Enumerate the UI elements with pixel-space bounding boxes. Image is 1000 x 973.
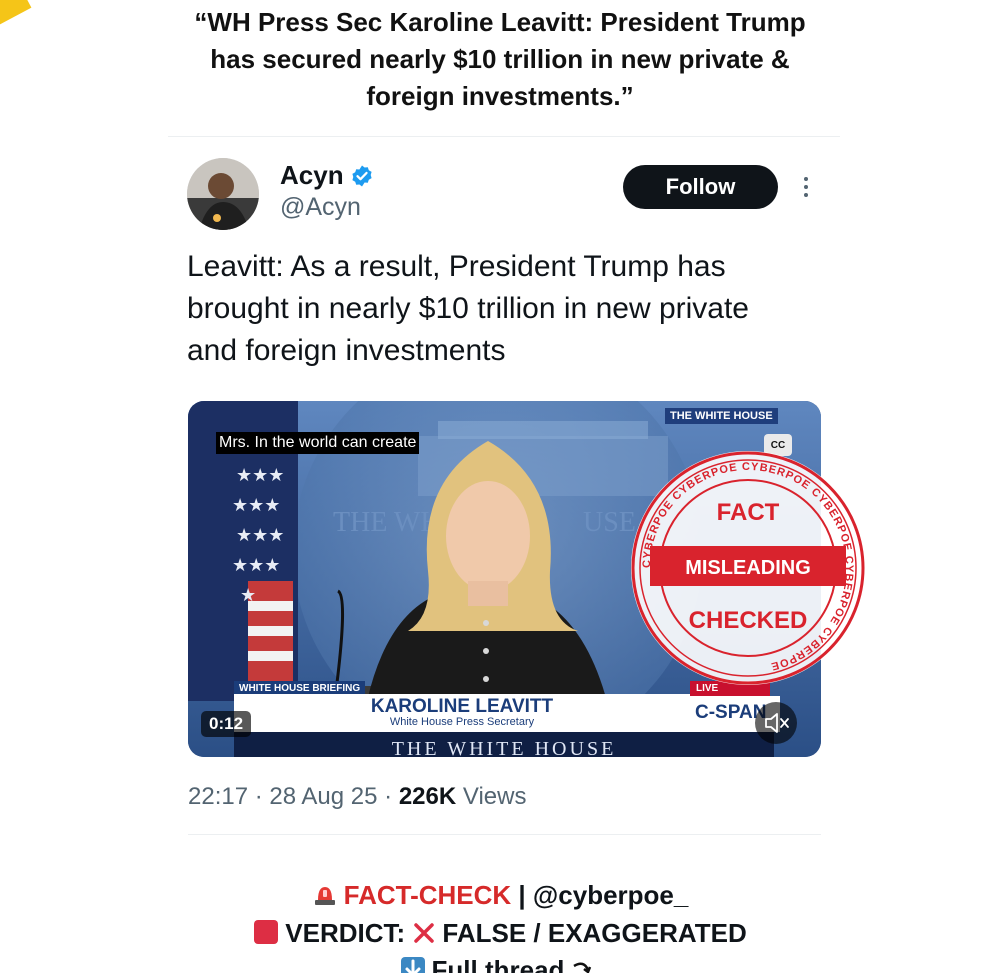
video-duration: 0:12 [201,711,252,737]
verdict-value: FALSE / EXAGGERATED [442,918,747,948]
verdict-label: VERDICT: [285,918,413,948]
headline-line-2: has secured nearly $10 trillion in new p… [210,44,790,74]
svg-text:THE WH: THE WH [333,507,441,538]
views-count: 226K [398,783,457,810]
stamp-verdict-text: MISLEADING [685,557,811,579]
stamp-top-text: FACT [717,499,780,526]
more-options-icon[interactable] [800,174,812,200]
lower-third: KAROLINE LEAVITT White House Press Secre… [234,694,690,732]
svg-text:★★★: ★★★ [236,525,284,546]
red-square-icon [254,920,279,944]
corner-ribbon [0,0,32,30]
podium-banner: THE WHITE HOUSE [234,732,774,757]
author-name[interactable]: Acyn [280,160,344,191]
verdict-line: VERDICT: FALSE / EXAGGERATED [0,918,1000,949]
thread-label[interactable]: Full thread [432,955,565,973]
thread-arrow-icon [573,962,592,973]
fact-check-stamp: CYBERPOE CYBERPOE CYBERPOE CYBERPOE CYBE… [631,451,865,685]
fact-check-handle[interactable]: | @cyberpoe_ [511,880,688,910]
cross-mark-icon [414,923,435,943]
tweet-text-line-3: and foreign investments [187,334,506,367]
thread-line: Full thread [0,955,1000,973]
stamp-bottom-text: CHECKED [689,607,808,634]
speaker-role: White House Press Secretary [389,716,535,728]
down-arrow-icon [400,957,425,973]
views-label: Views [456,783,527,810]
headline-line-3: foreign investments.” [366,81,634,111]
tweet-meta: 22:17 · 28 Aug 25 · 226K Views [188,783,526,811]
verified-badge-icon [352,165,372,187]
svg-text:★★★: ★★★ [232,555,280,576]
svg-text:★: ★ [240,585,256,606]
mute-button[interactable] [755,702,797,744]
video-caption: Mrs. In the world can create [216,432,420,454]
tweet-text-line-1: Leavitt: As a result, President Trump ha… [187,250,726,283]
fact-check-label: FACT-CHECK [343,880,512,910]
fact-check-line: FACT-CHECK | @cyberpoe_ [0,880,1000,911]
post-headline: “WH Press Sec Karoline Leavitt: Presiden… [150,4,850,115]
follow-button[interactable]: Follow [623,165,778,209]
author-handle[interactable]: @Acyn [280,193,361,222]
svg-text:★★★: ★★★ [232,495,280,516]
tweet-text: Leavitt: As a result, President Trump ha… [187,246,837,372]
svg-text:★★★: ★★★ [236,465,284,486]
tweet-text-line-2: brought in nearly $10 trillion in new pr… [187,292,749,325]
headline-line-1: “WH Press Sec Karoline Leavitt: Presiden… [194,7,806,37]
siren-icon [314,887,335,905]
speaker-name: KAROLINE LEAVITT [370,696,554,717]
avatar[interactable] [187,158,259,230]
divider-bottom [188,834,821,835]
network-corner-label: THE WHITE HOUSE [665,408,778,424]
speaker-muted-icon [765,713,789,733]
tweet-timestamp[interactable]: 22:17 · 28 Aug 25 · [188,783,399,810]
divider-top [168,136,840,137]
